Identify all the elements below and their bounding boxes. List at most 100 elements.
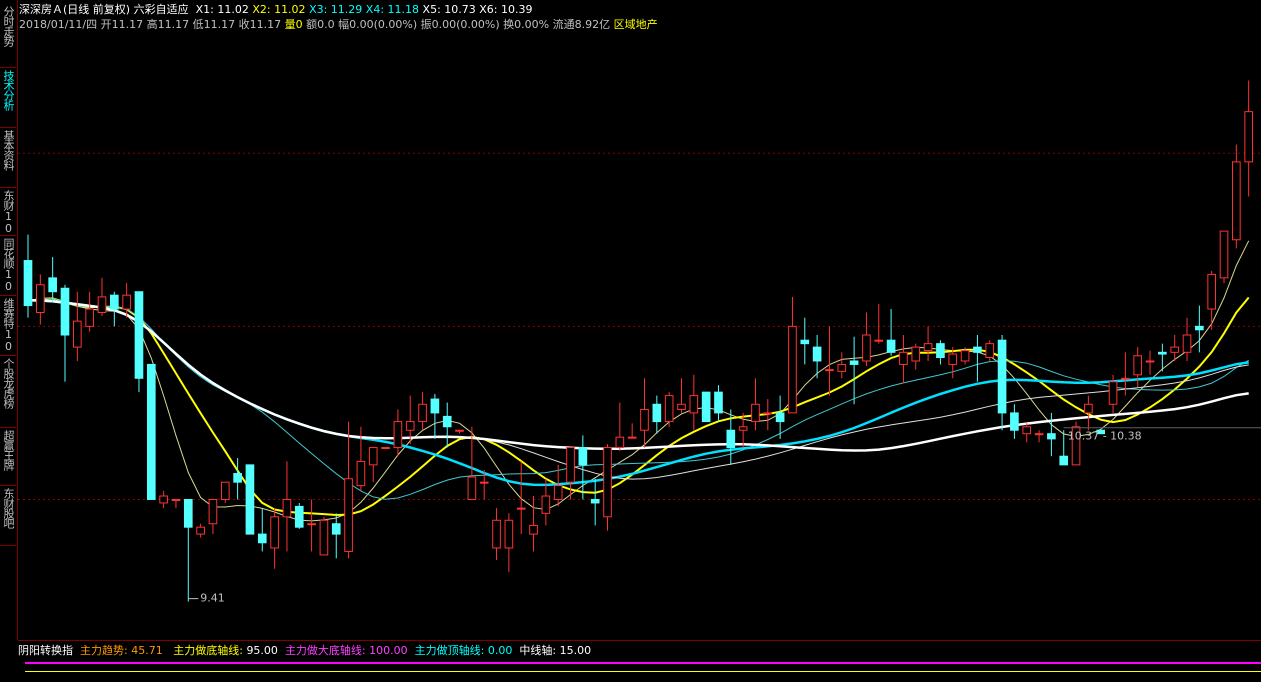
candle-body-26 [344, 478, 353, 552]
range-label: 10.37 - 10.38 [1068, 430, 1142, 443]
candle-body-74 [936, 343, 945, 359]
bottom-axis-value: 95.00 [246, 644, 278, 657]
ma-x1: X1: 11.02 [195, 3, 249, 16]
candle-body-52 [664, 395, 674, 423]
quote-open: 开11.17 [100, 18, 144, 31]
chart-mode[interactable]: (日线 前复权) [63, 3, 130, 16]
sidebar-tab-7[interactable]: 超赢王牌 [0, 428, 16, 486]
kline-chart[interactable]: 9.41 10.37 - 10.38 [18, 32, 1261, 638]
quote-turnover: 换0.00% [503, 18, 550, 31]
candle-body-77 [973, 346, 982, 353]
candle-body-62 [788, 325, 797, 414]
candle-body-92 [1158, 351, 1167, 355]
candle-body-55 [701, 391, 711, 423]
candle-body-66 [837, 363, 847, 372]
candle-body-19 [257, 533, 267, 544]
candle-body-94 [1182, 334, 1192, 353]
candle-body-61 [775, 412, 785, 423]
quote-amplitude: 振0.00(0.00%) [420, 18, 500, 31]
candle-body-22 [294, 505, 304, 528]
candle-body-71 [899, 351, 908, 365]
candle-body-29 [381, 447, 390, 450]
candle-body-78 [985, 343, 995, 359]
candle-body-28 [368, 447, 378, 466]
candle-body-64 [812, 346, 822, 362]
candle-body-65 [825, 369, 834, 372]
candle-body-50 [640, 408, 649, 431]
sidebar-tab-2[interactable]: 基本资料 [0, 128, 16, 188]
candle-body-37 [479, 481, 489, 484]
quote-vol: 0 [295, 18, 303, 31]
candle-body-48 [615, 436, 625, 449]
sidebar-tab-0[interactable]: 分时走势 [0, 4, 16, 68]
candle-body-45 [578, 447, 588, 466]
candle-body-49 [627, 436, 637, 439]
candle-body-32 [418, 403, 427, 423]
sidebar-tab-6[interactable]: 个股龙虎榜 [0, 356, 16, 428]
ma-x4: X4: 11.18 [365, 3, 420, 16]
candle-body-91 [1145, 360, 1155, 363]
quote-sector[interactable]: 区域地产 [614, 18, 658, 31]
candle-body-75 [948, 353, 958, 365]
candle-body-80 [1010, 412, 1019, 431]
candle-body-60 [763, 412, 773, 415]
candle-body-39 [504, 519, 514, 549]
candle-body-56 [714, 391, 723, 414]
candle-body-93 [1170, 346, 1180, 353]
candle-body-1 [36, 284, 45, 313]
sidebar-tab-5[interactable]: 维赛特10 [0, 296, 16, 356]
candle-body-9 [134, 291, 144, 379]
candle-body-81 [1022, 426, 1032, 435]
candle-body-7 [109, 294, 119, 310]
top-axis-value: 0.00 [487, 644, 513, 657]
sidebar-tab-4[interactable]: 同花顺10 [0, 236, 16, 296]
quote-low: 低11.17 [192, 18, 236, 31]
trend-label: 主力趋势: [80, 644, 128, 657]
stock-name[interactable]: 深深房Ａ [19, 3, 63, 16]
candle-body-17 [233, 473, 242, 483]
indicator-bar: 阴阳转换指 主力趋势: 45.71 主力做底轴线: 95.00 主力做大底轴线:… [18, 644, 591, 658]
candle-body-57 [726, 429, 736, 449]
sidebar-tab-8[interactable]: 东财股吧 [0, 486, 16, 546]
bigbottom-axis-value: 100.00 [369, 644, 408, 657]
candle-body-13 [183, 498, 193, 528]
candle-body-20 [270, 516, 279, 549]
quote-change: 幅0.00(0.00%) [338, 18, 418, 31]
candle-body-0 [23, 260, 33, 307]
candle-body-58 [738, 426, 748, 431]
candle-body-4 [72, 320, 82, 348]
candle-body-73 [923, 343, 933, 352]
candle-body-88 [1108, 381, 1118, 405]
candle-body-79 [997, 339, 1007, 414]
candle-body-83 [1047, 433, 1056, 440]
candle-body-99 [1244, 111, 1253, 163]
candle-body-41 [529, 524, 538, 535]
sidebar-tab-3[interactable]: 东财10 [0, 188, 16, 236]
trend-value: 45.71 [131, 644, 163, 657]
candle-body-69 [874, 339, 884, 342]
candle-body-86 [1084, 403, 1093, 414]
indicator-name[interactable]: 阴阳转换指 [18, 644, 73, 657]
panel-divider [18, 640, 1261, 641]
candle-body-30 [393, 421, 403, 449]
candle-body-51 [652, 403, 662, 423]
candle-body-42 [541, 495, 551, 514]
candle-body-14 [196, 526, 205, 535]
candle-body-16 [220, 481, 230, 500]
candle-body-44 [566, 447, 575, 483]
candle-body-63 [800, 339, 810, 345]
candle-body-15 [208, 498, 218, 525]
candle-body-10 [146, 363, 156, 500]
quote-float: 流通8.92亿 [552, 18, 611, 31]
candle-body-24 [319, 519, 329, 556]
indicator-line-magenta [25, 662, 1261, 664]
sidebar-tab-1[interactable]: 技术分析 [0, 68, 16, 128]
ma-x2: X2: 11.02 [252, 3, 306, 16]
mid-axis-value: 15.00 [559, 644, 592, 657]
candle-body-34 [442, 415, 452, 428]
candle-body-6 [97, 296, 107, 313]
quote-line: 2018/01/11/四 开11.17 高11.17 低11.17 收11.17… [19, 18, 658, 32]
candle-body-76 [960, 350, 970, 362]
candle-body-18 [245, 464, 255, 535]
candle-body-46 [590, 498, 600, 504]
